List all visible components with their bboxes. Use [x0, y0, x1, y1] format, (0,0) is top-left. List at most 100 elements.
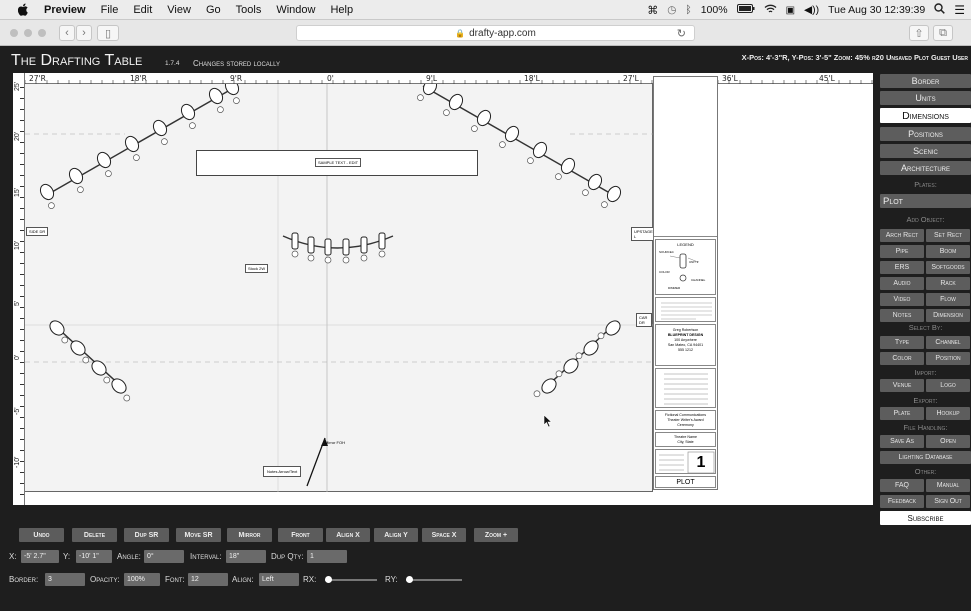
space-x-button[interactable]: Space X — [422, 528, 466, 542]
subscribe-button[interactable]: Subscribe — [880, 511, 971, 525]
dup-qty-input[interactable]: 1 — [307, 550, 347, 563]
rx-slider-knob[interactable] — [325, 576, 332, 583]
import-logo-button[interactable]: Logo — [926, 379, 970, 392]
pipe-label-tag[interactable]: Stock 2W — [245, 264, 269, 273]
lighting-fixture-icon[interactable] — [533, 376, 559, 402]
lighting-fixture-icon[interactable] — [597, 318, 623, 344]
lighting-fixture-icon[interactable] — [68, 338, 94, 364]
view-architecture-button[interactable]: Architecture — [880, 161, 971, 175]
lighting-fixture-icon[interactable] — [307, 236, 315, 262]
undo-button[interactable]: Undo — [19, 528, 64, 542]
lighting-fixture-icon[interactable] — [600, 184, 623, 212]
lighting-fixture-icon[interactable] — [575, 338, 601, 364]
plate-plot-button[interactable]: Plot — [880, 194, 971, 208]
lighting-fixture-icon[interactable] — [526, 140, 549, 168]
interval-input[interactable]: 18" — [226, 550, 266, 563]
menu-edit[interactable]: Edit — [133, 4, 152, 16]
import-venue-button[interactable]: Venue — [880, 379, 924, 392]
window-minimize-button[interactable] — [24, 29, 32, 37]
mirror-button[interactable]: Mirror — [227, 528, 272, 542]
address-bar[interactable]: 🔒 drafty-app.com ↻ — [296, 25, 695, 41]
lighting-fixture-icon[interactable] — [324, 238, 332, 264]
lighting-fixture-icon[interactable] — [581, 172, 604, 200]
angle-input[interactable]: 0° — [144, 550, 184, 563]
rx-slider-track[interactable] — [325, 579, 377, 581]
border-input[interactable]: 3 — [45, 573, 85, 586]
time-machine-icon[interactable]: ◷ — [667, 4, 676, 16]
align-select[interactable]: Left — [259, 573, 299, 586]
other-faq-button[interactable]: FAQ — [880, 479, 924, 492]
app-switch-icon[interactable]: ⌘ — [647, 4, 658, 17]
lighting-fixture-icon[interactable] — [38, 182, 61, 210]
view-scenic-button[interactable]: Scenic — [880, 144, 971, 158]
wifi-icon[interactable] — [764, 4, 777, 17]
lighting-fixture-icon[interactable] — [207, 86, 230, 114]
menu-help[interactable]: Help — [330, 4, 353, 16]
lighting-fixture-icon[interactable] — [223, 84, 246, 105]
view-units-button[interactable]: Units — [880, 91, 971, 105]
front-button[interactable]: Front — [278, 528, 323, 542]
add-object-audio-button[interactable]: Audio — [880, 277, 924, 290]
opacity-input[interactable]: 100% — [124, 573, 160, 586]
add-object-flow-button[interactable]: Flow — [926, 293, 970, 306]
lighting-fixture-icon[interactable] — [151, 118, 174, 146]
lighting-fixture-icon[interactable] — [342, 238, 350, 264]
add-object-boom-button[interactable]: Boom — [926, 245, 970, 258]
lighting-fixture-icon[interactable] — [378, 232, 386, 258]
arrow-label[interactable]: Mirror FOH — [325, 440, 345, 445]
lighting-fixture-icon[interactable] — [498, 124, 521, 152]
lighting-fixture-icon[interactable] — [470, 108, 493, 136]
tabs-overview-icon[interactable]: ⧉ — [933, 25, 953, 41]
right-pipe-tag-mid[interactable]: CAR DR — [636, 313, 652, 327]
display-icon[interactable]: ▣ — [786, 5, 795, 16]
bluetooth-icon[interactable]: ᛒ — [685, 4, 691, 16]
sample-text-label[interactable]: SAMPLE TEXT - EDIT — [315, 158, 362, 167]
delete-button[interactable]: Delete — [72, 528, 117, 542]
lighting-fixture-icon[interactable] — [123, 134, 146, 162]
menu-go[interactable]: Go — [206, 4, 221, 16]
lighting-fixture-icon[interactable] — [67, 166, 90, 194]
add-object-notes-button[interactable]: Notes — [880, 309, 924, 322]
reload-icon[interactable]: ↻ — [677, 27, 686, 40]
lighting-fixture-icon[interactable] — [47, 318, 73, 344]
lighting-fixture-icon[interactable] — [95, 150, 118, 178]
add-object-rack-button[interactable]: Rack — [926, 277, 970, 290]
menu-window[interactable]: Window — [276, 4, 315, 16]
other-manual-button[interactable]: Manual — [926, 479, 970, 492]
view-positions-button[interactable]: Positions — [880, 127, 971, 141]
menu-clock[interactable]: Tue Aug 30 12:39:39 — [828, 4, 925, 16]
align-x-button[interactable]: Align X — [326, 528, 370, 542]
note-label[interactable]: Notes Arrow/Text — [263, 466, 302, 477]
view-dimensions-button[interactable]: Dimensions — [880, 108, 971, 123]
align-y-button[interactable]: Align Y — [374, 528, 418, 542]
lighting-fixture-icon[interactable] — [179, 102, 202, 130]
lighting-fixture-icon[interactable] — [109, 376, 135, 402]
ry-slider-knob[interactable] — [406, 576, 413, 583]
sidebar-toggle-icon[interactable]: ▯ — [97, 25, 119, 41]
other-sign-out-button[interactable]: Sign Out — [926, 495, 970, 508]
lighting-fixture-icon[interactable] — [554, 156, 577, 184]
select-by-channel-button[interactable]: Channel — [926, 336, 970, 349]
add-object-softgoods-button[interactable]: Softgoods — [926, 261, 970, 274]
lighting-fixture-icon[interactable] — [555, 356, 581, 382]
plot-canvas[interactable]: 27'R 18'R 9'R 0' 9'L 18'L 27'L 36'L 45'L… — [13, 73, 873, 505]
stage-plot-area[interactable]: SAMPLE TEXT - EDIT Stock 2W SIDE DR UPST… — [25, 84, 656, 492]
battery-percent[interactable]: 100% — [701, 4, 728, 16]
select-by-type-button[interactable]: Type — [880, 336, 924, 349]
move-sr-button[interactable]: Move SR — [176, 528, 221, 542]
battery-icon[interactable] — [736, 4, 755, 16]
ry-slider-track[interactable] — [406, 579, 462, 581]
file-open-button[interactable]: Open — [926, 435, 970, 448]
lighting-fixture-icon[interactable] — [291, 232, 299, 258]
add-object-video-button[interactable]: Video — [880, 293, 924, 306]
select-by-color-button[interactable]: Color — [880, 352, 924, 365]
volume-icon[interactable]: ◀︎)) — [804, 4, 819, 16]
export-hookup-button[interactable]: Hookup — [926, 407, 970, 420]
lighting-fixture-icon[interactable] — [360, 236, 368, 262]
other-feedback-button[interactable]: Feedback — [880, 495, 924, 508]
add-object-dimension-button[interactable]: Dimension — [926, 309, 970, 322]
window-zoom-button[interactable] — [38, 29, 46, 37]
apple-icon[interactable] — [16, 3, 30, 16]
spotlight-search-icon[interactable] — [934, 3, 946, 17]
y-input[interactable]: -10' 1" — [76, 550, 112, 563]
